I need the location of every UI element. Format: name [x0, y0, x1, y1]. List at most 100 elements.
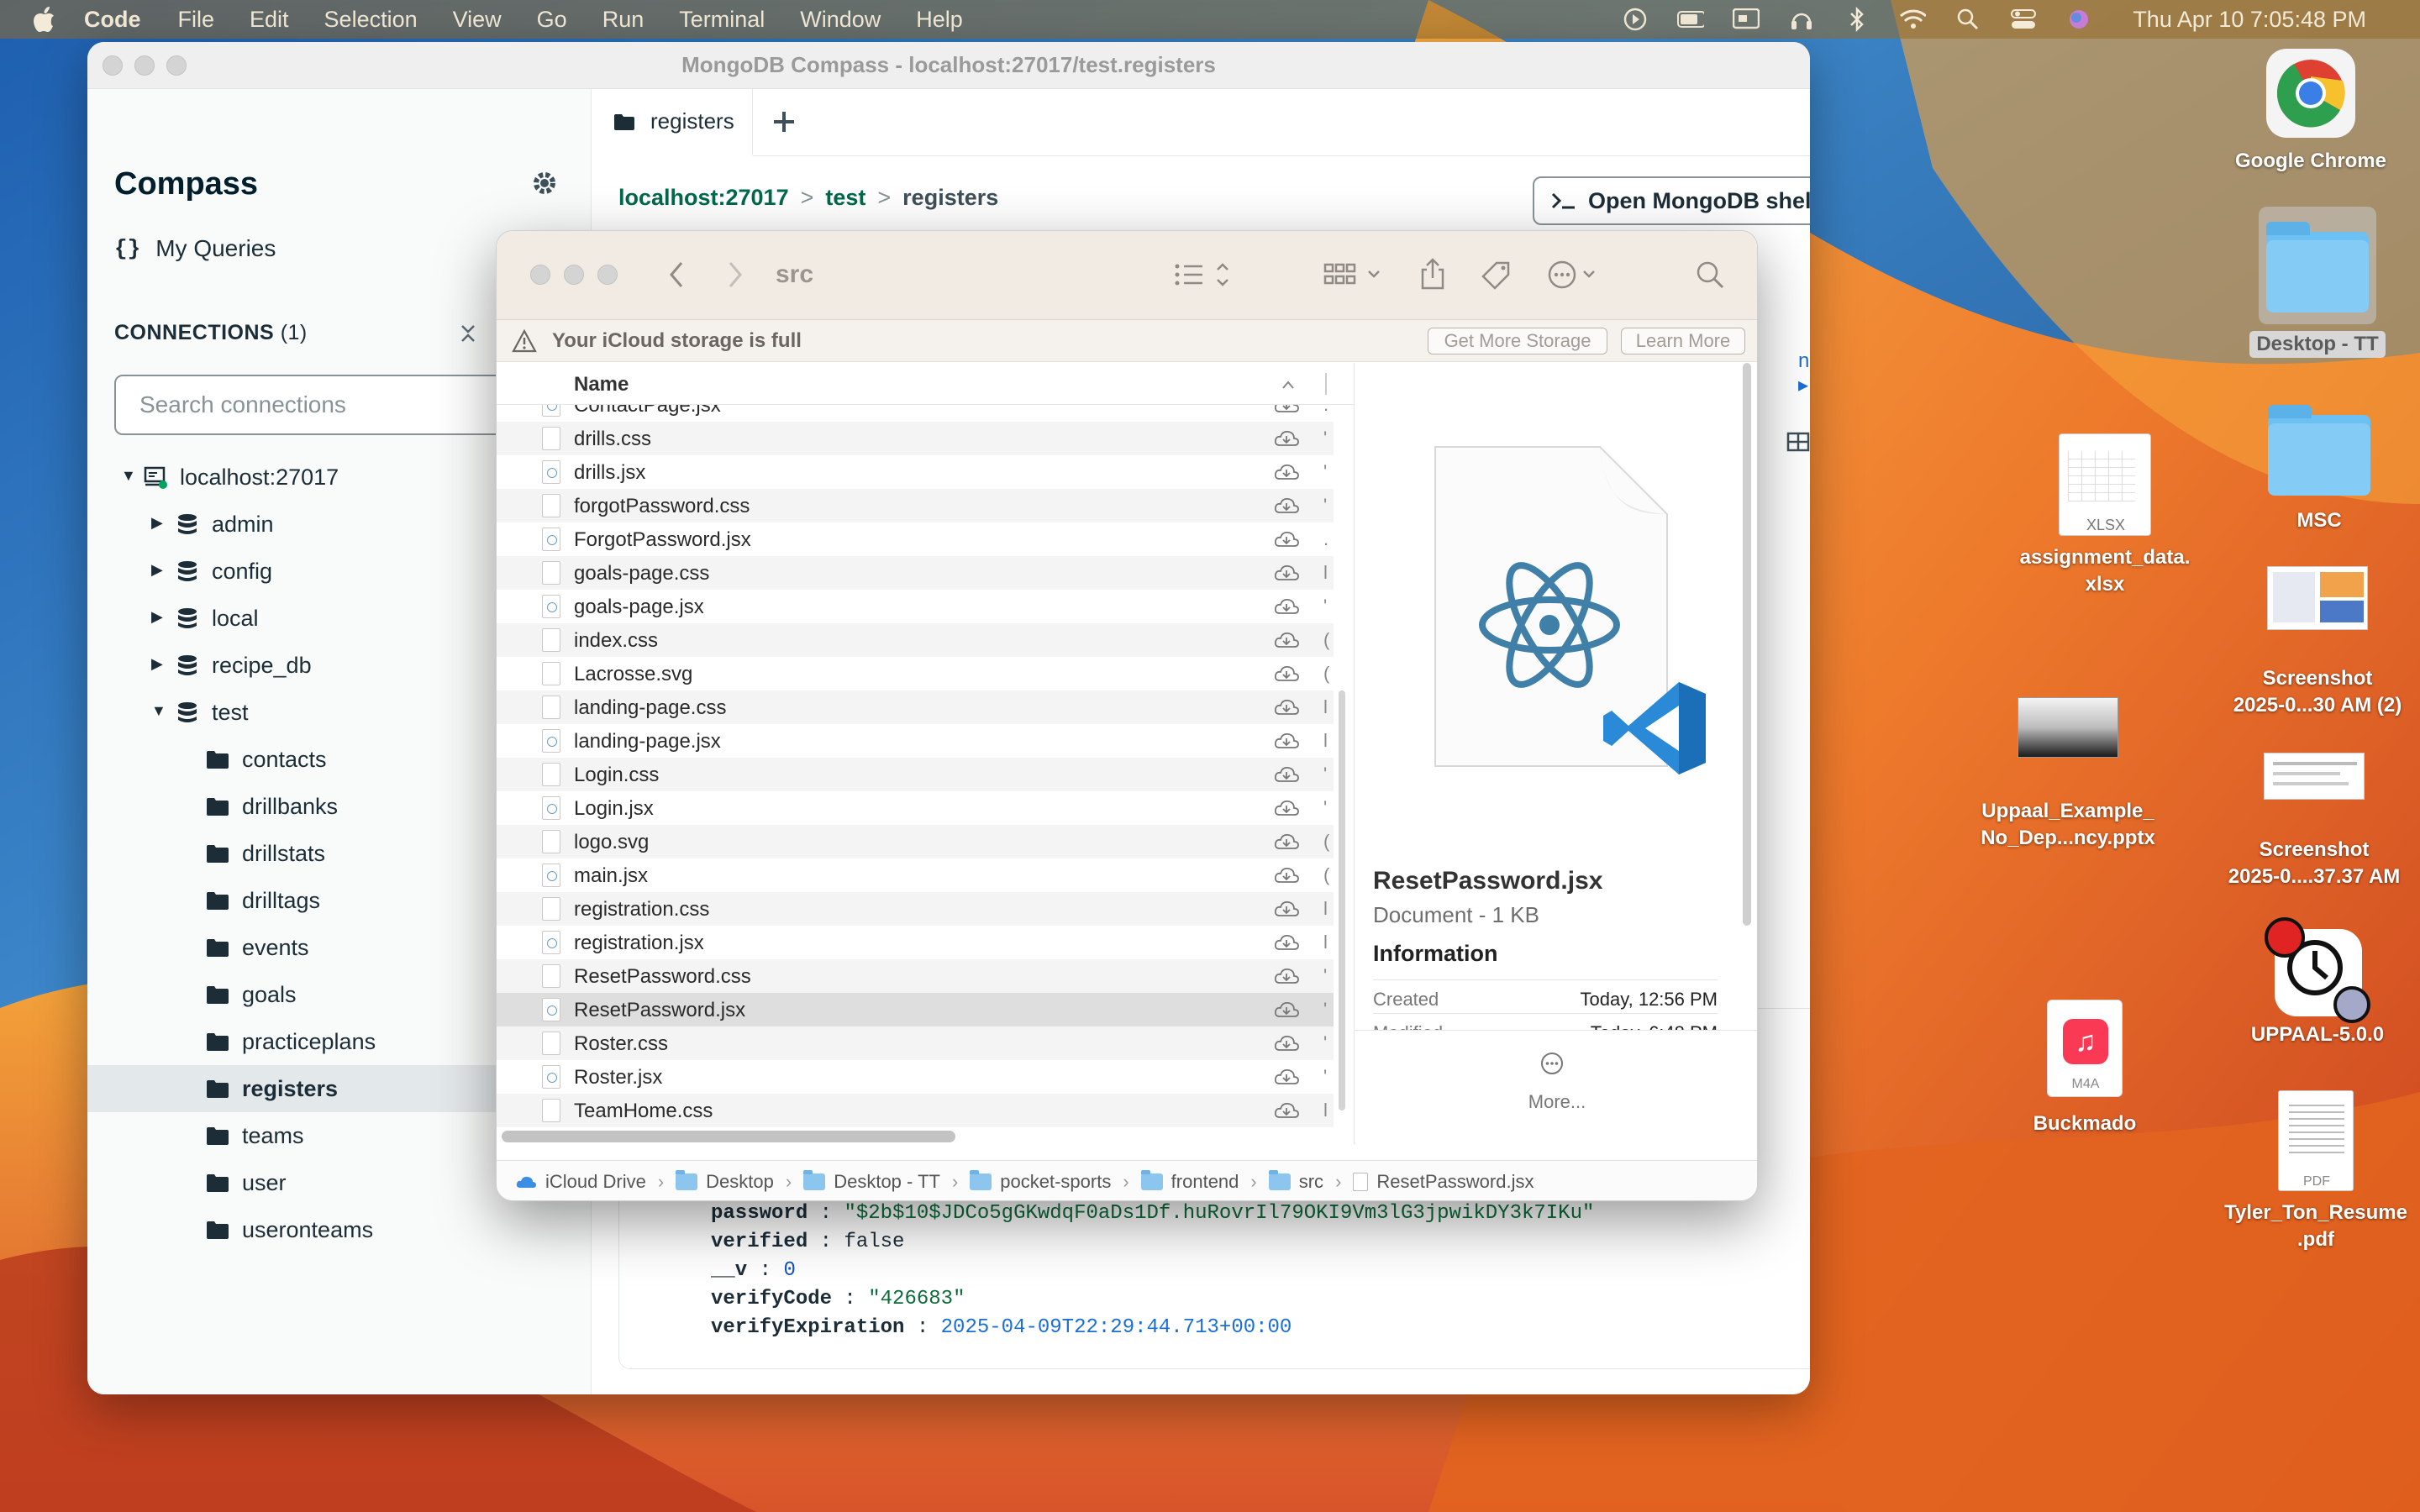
- close-window-button[interactable]: [103, 55, 123, 76]
- document-field[interactable]: password : "$2b$10$JDCo5gGKwdqF0aDs1Df.h…: [711, 1200, 1594, 1228]
- file-row[interactable]: goals-page.css l: [497, 556, 1334, 590]
- cloud-download-icon[interactable]: [1273, 832, 1300, 852]
- desktop-icon-resume[interactable]: PDF Tyler_Ton_Resume .pdf: [2215, 1090, 2417, 1253]
- minimize-window-button[interactable]: [564, 265, 584, 285]
- cloud-download-icon[interactable]: [1273, 496, 1300, 516]
- more-icon[interactable]: [1539, 1051, 1565, 1076]
- battery-icon[interactable]: [1677, 6, 1705, 33]
- column-name-header[interactable]: Name: [574, 373, 629, 396]
- cloud-download-icon[interactable]: [1273, 932, 1300, 953]
- cloud-download-icon[interactable]: [1273, 798, 1300, 818]
- column-divider[interactable]: [1325, 373, 1327, 395]
- path-segment[interactable]: Desktop: [676, 1169, 774, 1193]
- get-more-storage-button[interactable]: Get More Storage: [1428, 328, 1607, 354]
- file-row[interactable]: drills.jsx ': [497, 455, 1334, 489]
- add-tab-icon[interactable]: [1276, 62, 1301, 87]
- zoom-window-button[interactable]: [597, 265, 618, 285]
- tab-registers[interactable]: registers: [592, 89, 753, 156]
- search-icon[interactable]: [1954, 6, 1981, 33]
- file-row[interactable]: TeamHome.css l: [497, 1094, 1334, 1127]
- control-center-icon[interactable]: [2010, 6, 2037, 33]
- file-row[interactable]: Login.jsx ': [497, 791, 1334, 825]
- document-field[interactable]: verified : false: [711, 1228, 1594, 1257]
- desktop-icon-msc[interactable]: MSC: [2235, 398, 2403, 534]
- my-queries-link[interactable]: {} My Queries: [114, 235, 276, 262]
- caret-down-icon[interactable]: ▼: [121, 467, 136, 485]
- cloud-download-icon[interactable]: [1273, 596, 1300, 617]
- caret-right-icon[interactable]: ▶: [151, 514, 163, 532]
- file-row[interactable]: registration.css l: [497, 892, 1334, 926]
- cloud-download-icon[interactable]: [1273, 664, 1300, 684]
- group-icon[interactable]: [1322, 256, 1389, 293]
- desktop-icon-uppaal-example[interactable]: Uppaal_Example_ No_Dep...ncy.pptx: [1971, 697, 2165, 852]
- table-view-icon[interactable]: [1786, 430, 1810, 454]
- file-row[interactable]: forgotPassword.css ': [497, 489, 1334, 522]
- caret-right-icon[interactable]: ▶: [151, 655, 163, 673]
- breadcrumb-host[interactable]: localhost:27017: [618, 185, 789, 211]
- desktop-icon-desktop-tt[interactable]: Desktop - TT: [2233, 207, 2402, 358]
- cloud-download-icon[interactable]: [1273, 1067, 1300, 1087]
- path-segment[interactable]: ResetPassword.jsx: [1353, 1171, 1534, 1193]
- path-segment[interactable]: src: [1268, 1169, 1323, 1193]
- cloud-download-icon[interactable]: [1273, 731, 1300, 751]
- file-row[interactable]: landing-page.css l: [497, 690, 1334, 724]
- forward-icon[interactable]: [725, 256, 745, 293]
- cloud-download-icon[interactable]: [1273, 630, 1300, 650]
- bluetooth-icon[interactable]: [1844, 6, 1870, 33]
- menu-view[interactable]: View: [453, 7, 502, 33]
- horizontal-scrollbar[interactable]: [502, 1131, 955, 1142]
- file-row[interactable]: ResetPassword.css ': [497, 959, 1334, 993]
- cloud-download-icon[interactable]: [1273, 529, 1300, 549]
- tree-item[interactable]: useronteams: [87, 1206, 592, 1253]
- gear-icon[interactable]: [531, 170, 558, 197]
- document-field[interactable]: verifyExpiration : 2025-04-09T22:29:44.7…: [711, 1314, 1594, 1342]
- menu-selection[interactable]: Selection: [324, 7, 418, 33]
- file-row[interactable]: index.css (: [497, 623, 1334, 657]
- file-row[interactable]: Roster.jsx ': [497, 1060, 1334, 1094]
- desktop-icon-buckmado[interactable]: ♫ M4A Buckmado: [1996, 1000, 2173, 1137]
- menu-window[interactable]: Window: [800, 7, 881, 33]
- file-row[interactable]: drills.css ': [497, 422, 1334, 455]
- breadcrumb-db[interactable]: test: [825, 185, 865, 211]
- caret-down-icon[interactable]: ▼: [151, 702, 166, 720]
- cloud-download-icon[interactable]: [1273, 1033, 1300, 1053]
- zoom-window-button[interactable]: [166, 55, 187, 76]
- side-link[interactable]: ns ▸: [1798, 349, 1810, 397]
- list-view-icon[interactable]: [1172, 256, 1236, 293]
- preview-scrollbar[interactable]: [1743, 363, 1751, 926]
- desktop-icon-uppaal[interactable]: UPPAAL-5.0.0: [2218, 917, 2417, 1048]
- sort-ascending-icon[interactable]: [1280, 376, 1297, 393]
- file-row[interactable]: landing-page.jsx l: [497, 724, 1334, 758]
- file-row[interactable]: Lacrosse.svg (: [497, 657, 1334, 690]
- close-window-button[interactable]: [530, 265, 550, 285]
- menu-go[interactable]: Go: [537, 7, 567, 33]
- file-row[interactable]: ContactPage.jsx.: [497, 405, 1334, 422]
- menu-edit[interactable]: Edit: [250, 7, 289, 33]
- cloud-download-icon[interactable]: [1273, 563, 1300, 583]
- caret-right-icon[interactable]: ▶: [151, 561, 163, 579]
- file-row[interactable]: registration.jsx l: [497, 926, 1334, 959]
- headphones-icon[interactable]: [1788, 6, 1815, 33]
- document-field[interactable]: verifyCode : "426683": [711, 1285, 1594, 1314]
- learn-more-button[interactable]: Learn More: [1621, 328, 1745, 354]
- cloud-download-icon[interactable]: [1273, 899, 1300, 919]
- desktop-icon-google-chrome[interactable]: Google Chrome: [2218, 47, 2403, 175]
- menu-clock[interactable]: Thu Apr 10 7:05:48 PM: [2133, 7, 2366, 33]
- play-circle-icon[interactable]: [1622, 6, 1649, 33]
- more-actions-icon[interactable]: [1547, 256, 1606, 293]
- back-icon[interactable]: [666, 256, 687, 293]
- path-segment[interactable]: Desktop - TT: [803, 1169, 940, 1193]
- share-icon[interactable]: [1418, 256, 1448, 293]
- file-row[interactable]: main.jsx (: [497, 858, 1334, 892]
- file-row[interactable]: logo.svg (: [497, 825, 1334, 858]
- cloud-download-icon[interactable]: [1273, 697, 1300, 717]
- desktop-icon-screenshot-1[interactable]: Screenshot 2025-0...30 AM (2): [2218, 566, 2417, 719]
- file-row[interactable]: Roster.css ': [497, 1026, 1334, 1060]
- file-row[interactable]: ForgotPassword.jsx.: [497, 522, 1334, 556]
- path-segment[interactable]: frontend: [1140, 1169, 1239, 1193]
- window-titlebar[interactable]: MongoDB Compass - localhost:27017/test.r…: [87, 42, 1810, 89]
- file-row[interactable]: goals-page.jsx ': [497, 590, 1334, 623]
- siri-icon[interactable]: [2065, 6, 2092, 33]
- path-segment[interactable]: iCloud Drive: [515, 1171, 646, 1193]
- more-button-label[interactable]: More...: [1355, 1091, 1757, 1113]
